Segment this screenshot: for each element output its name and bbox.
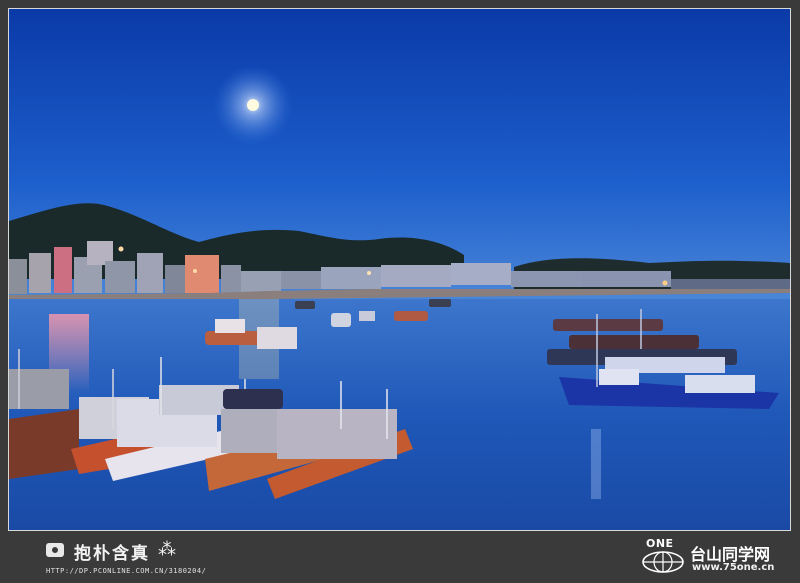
sparkle-icon: ⁂ — [158, 539, 176, 560]
moon-reflection — [591, 429, 601, 499]
one-badge-text: ONE — [646, 537, 674, 550]
camera-icon — [46, 543, 64, 557]
photographer-watermark: 抱朴含真 ⁂ HTTP://DP.PCONLINE.COM.CN/3180204… — [46, 539, 216, 577]
footer-watermark-bar: 抱朴含真 ⁂ HTTP://DP.PCONLINE.COM.CN/3180204… — [0, 533, 800, 583]
site-url: www.75one.cn — [692, 562, 775, 573]
globe-icon — [642, 551, 684, 573]
moon — [247, 99, 259, 111]
photographer-url: HTTP://DP.PCONLINE.COM.CN/3180204/ — [46, 567, 207, 575]
harbor-night-photo — [9, 9, 790, 530]
one-badge: ONE — [638, 537, 688, 577]
photographer-signature: 抱朴含真 — [74, 544, 150, 564]
photo-frame — [8, 8, 791, 531]
site-logo: ONE 台山同学网 www.75one.cn — [638, 537, 798, 579]
